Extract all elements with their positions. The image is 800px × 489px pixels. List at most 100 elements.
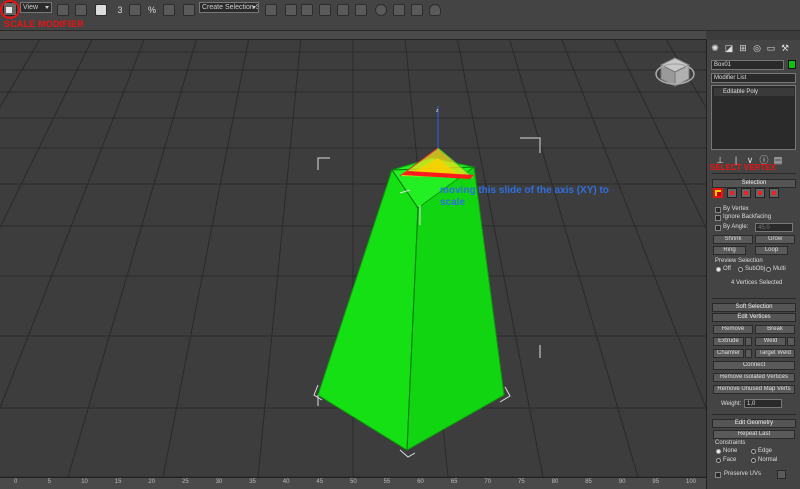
weight-spinner[interactable]: 1,0 (744, 399, 782, 408)
remove-button[interactable]: Remove (713, 325, 753, 334)
selection-rollout-title[interactable]: Selection (712, 179, 796, 188)
layer-manager-icon (301, 4, 313, 16)
edit-named-selection-button[interactable] (182, 2, 196, 18)
mirror-button[interactable] (264, 2, 278, 18)
constraint-normal-label: Normal (758, 457, 778, 463)
select-manipulate-button[interactable] (74, 2, 88, 18)
perspective-viewport[interactable]: z moving this slide of the axis (XY) to … (0, 40, 706, 477)
viewcube-icon[interactable] (655, 57, 695, 87)
weld-settings-button[interactable] (787, 337, 795, 346)
object-name-field[interactable]: Box01 (711, 60, 784, 70)
by-angle-checkbox[interactable] (715, 225, 721, 231)
separator (712, 298, 796, 299)
by-vertex-label: By Vertex (723, 206, 749, 212)
ignore-backfacing-label: Ignore Backfacing (723, 214, 772, 220)
constraint-none-radio[interactable] (716, 449, 721, 454)
remove-unused-map-verts-button[interactable]: Remove Unused Map Verts (713, 385, 795, 394)
align-button[interactable] (284, 2, 298, 18)
timeline-tick-label: 95 (652, 479, 660, 485)
chamfer-settings-button[interactable] (745, 349, 752, 358)
extrude-button[interactable]: Extrude (713, 337, 744, 346)
chamfer-button[interactable]: Chamfer (713, 349, 744, 358)
preview-multi-radio[interactable] (766, 267, 771, 272)
angle-snap-icon (129, 4, 141, 16)
preview-selection-label: Preview Selection (715, 258, 763, 264)
repeat-last-button[interactable]: Repeat Last (713, 430, 795, 439)
timeline-tick-label: 90 (618, 479, 626, 485)
border-subobject-button[interactable] (741, 188, 751, 198)
utilities-tab-icon[interactable]: ⚒ (780, 43, 790, 53)
edit-vertices-rollout-title[interactable]: Edit Vertices (712, 313, 796, 322)
material-editor-button[interactable] (374, 2, 388, 18)
schematic-view-button[interactable] (354, 2, 368, 18)
hierarchy-tab-icon[interactable]: ⊞ (738, 43, 748, 53)
curve-editor-button[interactable] (336, 2, 350, 18)
connect-button[interactable]: Connect (713, 361, 795, 370)
main-toolbar: SCALE MODIFIER View 3 % Create Selection… (0, 0, 800, 31)
viewport-canvas: z (0, 40, 706, 477)
remove-isolated-vertices-button[interactable]: Remove Isolated Vertices (713, 373, 795, 382)
snaps-toggle-button[interactable]: 3 (114, 2, 126, 18)
ignore-backfacing-checkbox[interactable] (715, 215, 721, 221)
spinner-snap-button[interactable] (162, 2, 176, 18)
constraint-edge-radio[interactable] (751, 449, 756, 454)
constraint-face-radio[interactable] (716, 458, 721, 463)
layer-manager-button[interactable] (300, 2, 314, 18)
object-color-swatch[interactable] (788, 60, 796, 69)
command-panel-tabs: ✺ ◪ ⊞ ◎ ▭ ⚒ (707, 42, 800, 56)
rendered-frame-window-button[interactable] (410, 2, 424, 18)
preserve-uvs-settings-button[interactable] (777, 470, 786, 479)
target-weld-button[interactable]: Target Weld (755, 349, 795, 358)
display-tab-icon[interactable]: ▭ (766, 43, 776, 53)
edit-selection-icon (183, 4, 195, 16)
timeline-tick-label: 75 (518, 479, 525, 485)
angle-snap-button[interactable] (128, 2, 142, 18)
render-production-button[interactable] (428, 2, 442, 18)
svg-text:z: z (436, 108, 439, 114)
weld-button[interactable]: Weld (755, 337, 786, 346)
constraint-normal-radio[interactable] (751, 458, 756, 463)
preview-subobj-radio[interactable] (738, 267, 743, 272)
angle-spinner[interactable]: 45.0 (755, 223, 793, 232)
ring-button[interactable]: Ring (713, 246, 746, 255)
preview-off-radio[interactable] (716, 267, 721, 272)
mirror-icon (265, 4, 277, 16)
pivot-center-button[interactable] (56, 2, 70, 18)
reference-coordinate-dropdown[interactable]: View (20, 2, 52, 13)
create-tab-icon[interactable]: ✺ (710, 43, 720, 53)
manipulate-icon (75, 4, 87, 16)
by-angle-label: By Angle: (723, 224, 749, 230)
constraint-none-label: None (723, 448, 738, 454)
modifier-stack[interactable]: Editable Poly (711, 85, 796, 150)
align-icon (285, 4, 297, 16)
loop-button[interactable]: Loop (755, 246, 788, 255)
vertex-subobject-button[interactable] (713, 188, 723, 198)
instruction-annotation: moving this slide of the axis (XY) to sc… (440, 185, 609, 208)
modifier-list-dropdown[interactable]: Modifier List (711, 73, 796, 83)
modify-tab-icon[interactable]: ◪ (724, 43, 734, 53)
keyboard-shortcut-button[interactable] (94, 2, 108, 18)
percent-snap-button[interactable]: % (146, 2, 158, 18)
polygon-subobject-button[interactable] (755, 188, 765, 198)
stack-item-editable-poly[interactable]: Editable Poly (714, 88, 794, 96)
motion-tab-icon[interactable]: ◎ (752, 43, 762, 53)
shrink-button[interactable]: Shrink (713, 235, 753, 244)
preserve-uvs-checkbox[interactable] (715, 472, 721, 478)
named-selection-set-dropdown[interactable]: Create Selection S (199, 2, 259, 13)
break-button[interactable]: Break (755, 325, 795, 334)
by-vertex-checkbox[interactable] (715, 207, 721, 213)
edit-geometry-rollout-title[interactable]: Edit Geometry (712, 419, 796, 428)
element-subobject-button[interactable] (769, 188, 779, 198)
edge-subobject-button[interactable] (727, 188, 737, 198)
extrude-settings-button[interactable] (745, 337, 752, 346)
timeline-tick-label: 80 (551, 479, 559, 485)
element-icon (772, 191, 776, 195)
constraint-face-label: Face (723, 457, 737, 463)
preview-off-label: Off (723, 266, 731, 272)
timeline-ruler[interactable]: 0 5 10 15 20 25 30 35 40 45 50 55 60 65 70 75 80 85 90 95 10… (0, 477, 706, 489)
graphite-ribbon-button[interactable] (318, 2, 332, 18)
grow-button[interactable]: Grow (755, 235, 795, 244)
timeline-tick-label: 20 (148, 479, 156, 485)
render-setup-button[interactable] (392, 2, 406, 18)
soft-selection-rollout-title[interactable]: Soft Selection (712, 303, 796, 312)
